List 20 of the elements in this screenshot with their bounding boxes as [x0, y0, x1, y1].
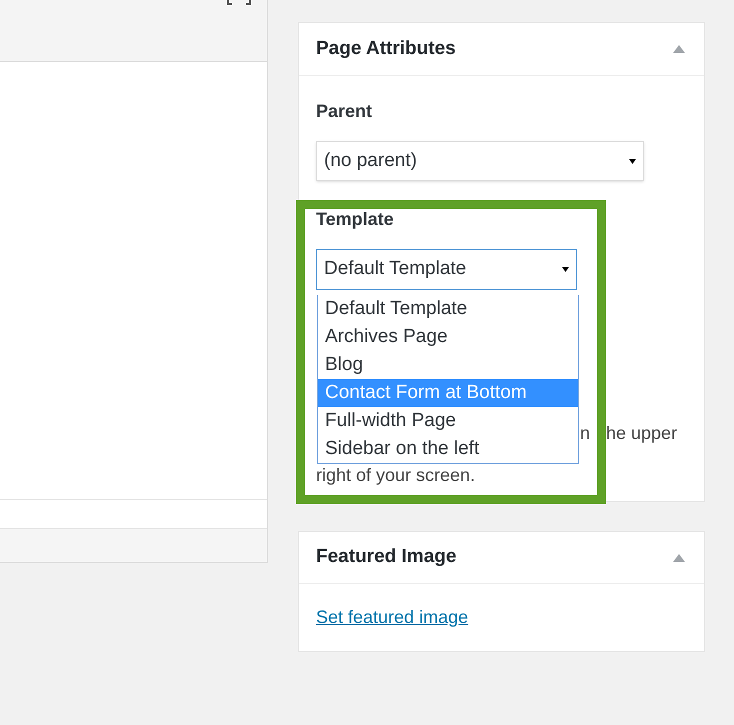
- template-select[interactable]: Default Template: [316, 249, 577, 290]
- help-text: n: [580, 422, 590, 445]
- caret-icon: [629, 158, 636, 164]
- dropdown-option[interactable]: Archives Page: [318, 323, 578, 351]
- collapse-icon[interactable]: [673, 554, 685, 562]
- fullscreen-icon[interactable]: [227, 0, 251, 5]
- dropdown-option[interactable]: Full-width Page: [318, 407, 578, 435]
- collapse-icon[interactable]: [673, 45, 685, 53]
- panel-title: Featured Image: [316, 545, 456, 570]
- dropdown-option[interactable]: Blog: [318, 351, 578, 379]
- panel-title: Page Attributes: [316, 36, 456, 61]
- set-featured-image-link[interactable]: Set featured image: [316, 604, 468, 631]
- field-label: Template: [316, 208, 394, 231]
- dropdown-option[interactable]: Default Template: [318, 295, 578, 323]
- dropdown-option[interactable]: Sidebar on the left: [318, 435, 578, 463]
- field-label: Parent: [316, 100, 372, 123]
- caret-icon: [562, 267, 569, 272]
- help-text: he upper: [606, 422, 678, 445]
- parent-select[interactable]: (no parent): [316, 141, 644, 181]
- help-text: right of your screen.: [316, 464, 476, 487]
